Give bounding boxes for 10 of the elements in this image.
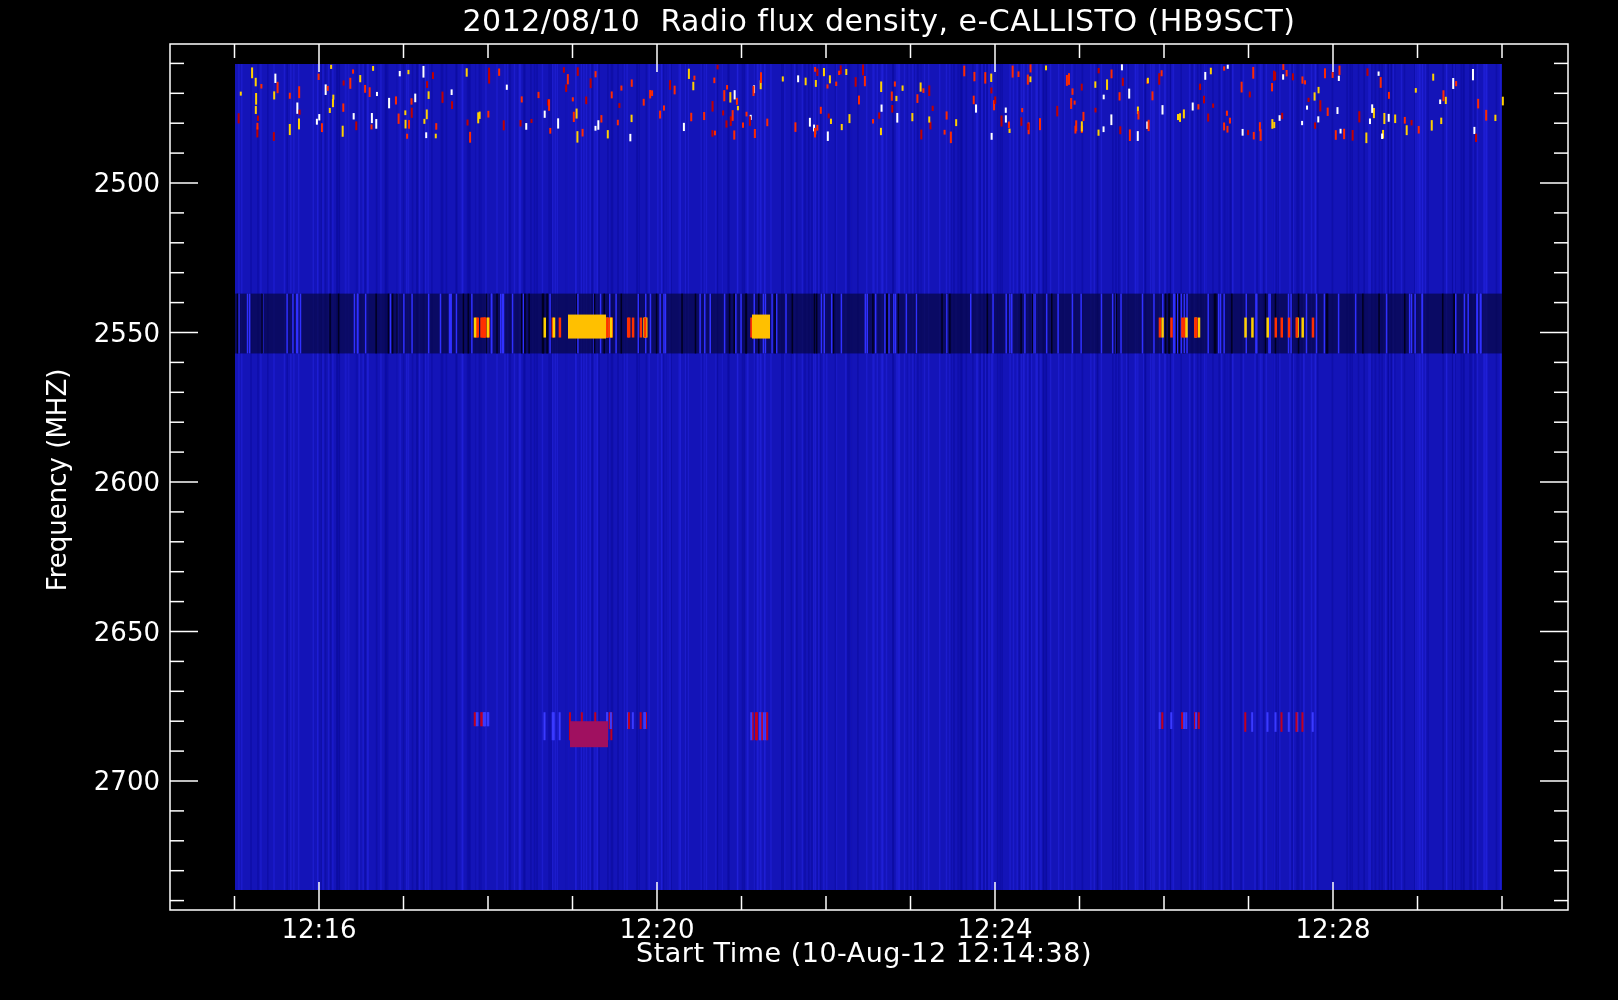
axis-label: Frequency (MHZ) [42, 368, 72, 592]
tick-label: 2600 [93, 467, 160, 497]
tick-label: 2650 [93, 616, 160, 647]
chart-title: 2012/08/10 Radio flux density, e-CALLISTO (HB9SCT) [462, 2, 1296, 38]
tick-label: 2500 [93, 168, 160, 198]
axis-label: Start Time (10-Aug-12 12:14:38) [636, 937, 1092, 968]
tick-label: 12:16 [281, 914, 357, 944]
tick-label: 12:28 [1295, 914, 1371, 944]
tick-label: 2700 [93, 766, 160, 796]
tick-label: 2550 [93, 317, 160, 348]
